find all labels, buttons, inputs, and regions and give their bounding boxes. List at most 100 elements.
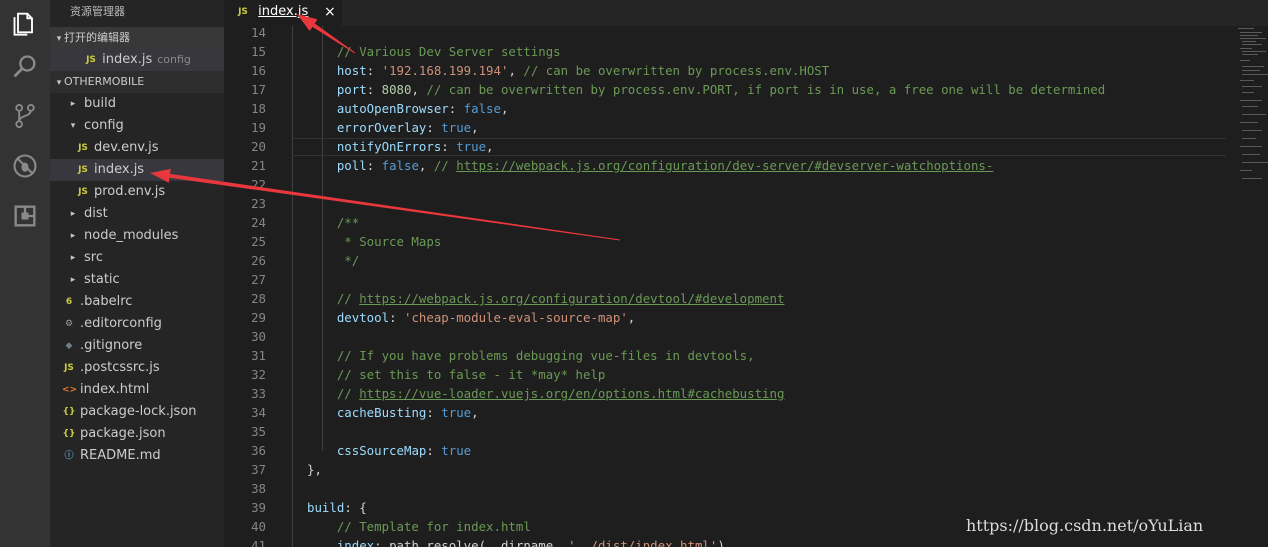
code-token: '../dist/index.html': [568, 538, 718, 547]
tree-item-config[interactable]: ▾ config: [50, 115, 224, 137]
code-line: notifyOnErrors: true,: [307, 139, 494, 154]
code-token: ,: [486, 139, 494, 154]
tree-item-label: package.json: [80, 426, 166, 441]
tree-item-label: src: [84, 250, 103, 265]
code-token: // can be overwritten by process.env.POR…: [426, 82, 1106, 97]
tree-item-build[interactable]: ▸ build: [50, 93, 224, 115]
sidebar-title: 资源管理器: [70, 5, 125, 18]
tree-item-readme-md[interactable]: ⓘ README.md: [50, 445, 224, 467]
code-token: ,: [508, 63, 524, 78]
line-number: 37: [251, 462, 266, 477]
code-token: :: [366, 82, 382, 97]
tree-item-src[interactable]: ▸ src: [50, 247, 224, 269]
minimap[interactable]: [1232, 26, 1268, 186]
code-line: },: [307, 462, 322, 477]
chevron-right-icon: ▸: [70, 231, 76, 241]
code-token: true: [456, 139, 487, 154]
line-number: 14: [251, 26, 266, 40]
line-number: 21: [251, 158, 266, 173]
explorer-icon[interactable]: [0, 0, 50, 46]
code-token: true: [441, 120, 472, 135]
project-title: OTHERMOBILE: [64, 75, 145, 88]
code-token: ,: [411, 82, 427, 97]
source-control-icon[interactable]: [0, 93, 50, 139]
code-token: ,: [471, 120, 479, 135]
code-line: // Various Dev Server settings: [307, 44, 561, 59]
chevron-down-icon: ▾: [56, 78, 62, 88]
tree-item-dist[interactable]: ▸ dist: [50, 203, 224, 225]
line-number: 24: [251, 215, 266, 230]
tree-item-static[interactable]: ▸ static: [50, 269, 224, 291]
open-editors-header[interactable]: ▾ 打开的编辑器: [50, 27, 224, 49]
line-number: 27: [251, 272, 266, 287]
chevron-right-icon: ▸: [70, 275, 76, 285]
tree-item-index-js[interactable]: JS index.js: [50, 159, 224, 181]
debug-icon[interactable]: [0, 143, 50, 189]
code-token: },: [307, 462, 322, 477]
tree-item-babelrc[interactable]: 6 .babelrc: [50, 291, 224, 313]
tree-item-prod-env-js[interactable]: JS prod.env.js: [50, 181, 224, 203]
code-token: * Source Maps: [307, 234, 442, 249]
line-number: 16: [251, 63, 266, 78]
project-header[interactable]: ▾ OTHERMOBILE: [50, 71, 224, 93]
tree-item-label: node_modules: [84, 228, 179, 243]
code-token: true: [441, 405, 472, 420]
line-number: 15: [251, 44, 266, 59]
code-token: //: [307, 291, 360, 306]
line-number: 28: [251, 291, 266, 306]
code-token: // Various Dev Server settings: [307, 44, 561, 59]
code-token: 'cheap-module-eval-source-map': [403, 310, 628, 325]
line-number: 26: [251, 253, 266, 268]
tree-item-package-lock-json[interactable]: {} package-lock.json: [50, 401, 224, 423]
search-icon[interactable]: [0, 44, 50, 90]
tree-item-postcssrc-js[interactable]: JS .postcssrc.js: [50, 357, 224, 379]
line-number: 38: [251, 481, 266, 496]
code-token: errorOverlay: [336, 120, 427, 135]
code-editor[interactable]: 14 15 // Various Dev Server settings 16 ho…: [224, 26, 1268, 547]
line-number: 29: [251, 310, 266, 325]
tree-item-dev-env-js[interactable]: JS dev.env.js: [50, 137, 224, 159]
tree-item-gitignore[interactable]: ◆ .gitignore: [50, 335, 224, 357]
extensions-icon[interactable]: [0, 193, 50, 239]
tab-index-js[interactable]: JS index.js ×: [224, 0, 342, 26]
explorer-sidebar: 资源管理器 ▾ 打开的编辑器 JS index.js config ▾ OTHERMO…: [50, 0, 224, 547]
code-token: build: [307, 500, 345, 515]
tree-item-label: README.md: [80, 448, 161, 463]
line-number: 18: [251, 101, 266, 116]
tree-item-label: index.js: [94, 162, 145, 177]
code-token: poll: [336, 158, 367, 173]
json-file-icon: {}: [62, 407, 76, 417]
code-token: false: [381, 158, 419, 173]
code-line: devtool: 'cheap-module-eval-source-map',: [307, 310, 635, 325]
open-editor-item[interactable]: JS index.js config: [50, 49, 224, 71]
tree-item-label: static: [84, 272, 120, 287]
code-token: true: [441, 443, 472, 458]
open-editors-title: 打开的编辑器: [64, 31, 130, 44]
line-number: 30: [251, 329, 266, 344]
line-number: 40: [251, 519, 266, 534]
code-line: host: '192.168.199.194', // can be overw…: [307, 63, 829, 78]
code-token: 8080: [381, 82, 412, 97]
js-file-icon: JS: [78, 187, 88, 197]
tree-item-index-html[interactable]: <> index.html: [50, 379, 224, 401]
watermark: https://blog.csdn.net/oYuLian: [966, 516, 1204, 535]
close-icon[interactable]: ×: [324, 0, 336, 24]
code-token: ),: [717, 538, 733, 547]
code-token: cssSourceMap: [336, 443, 427, 458]
code-token: //: [433, 158, 457, 173]
line-number: 20: [251, 139, 266, 154]
git-icon: ◆: [65, 341, 73, 351]
tree-item-package-json[interactable]: {} package.json: [50, 423, 224, 445]
tree-item-node-modules[interactable]: ▸ node_modules: [50, 225, 224, 247]
code-token: https://vue-loader.vuejs.org/en/options.…: [359, 386, 785, 401]
line-number: 19: [251, 120, 266, 135]
tree-item-editorconfig[interactable]: ⚙ .editorconfig: [50, 313, 224, 335]
line-number: 33: [251, 386, 266, 401]
code-line: */: [307, 253, 359, 268]
code-token: // can be overwritten by process.env.HOS…: [523, 63, 830, 78]
